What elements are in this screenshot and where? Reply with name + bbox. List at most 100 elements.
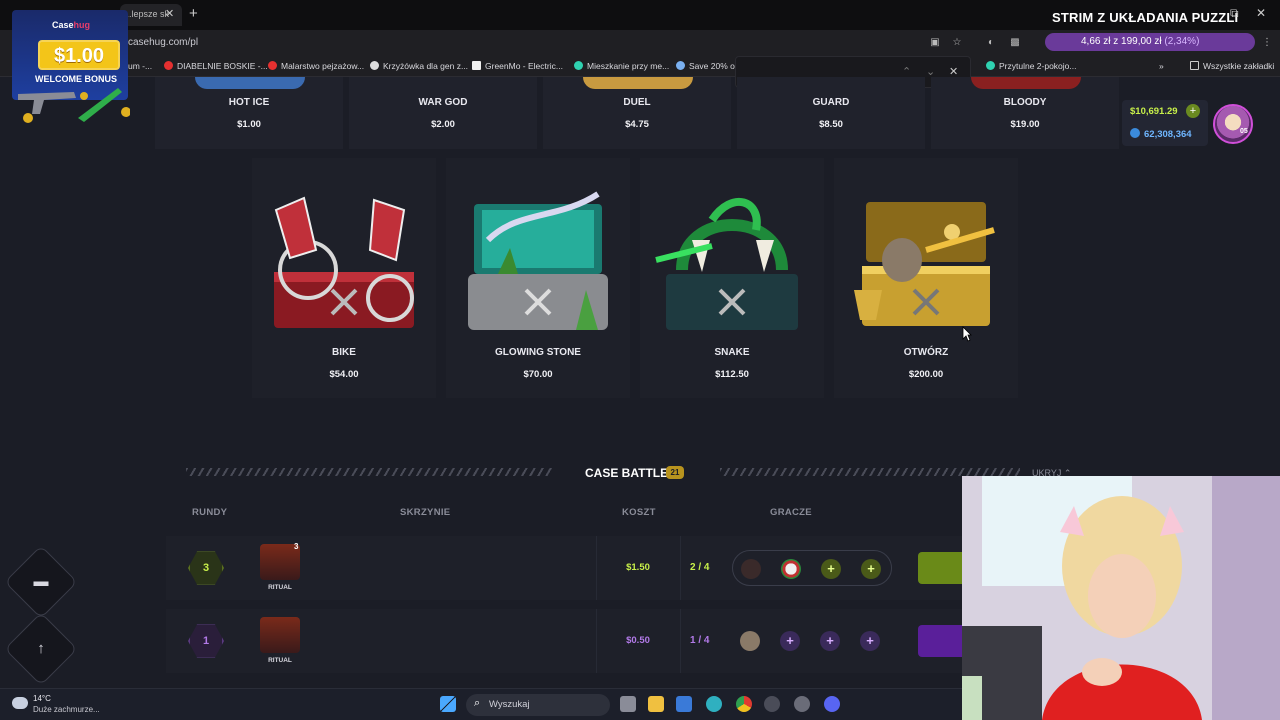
case-price: $1.00 — [237, 119, 261, 130]
user-avatar[interactable] — [1213, 104, 1253, 144]
case-image — [389, 77, 499, 89]
stream-title: STRIM Z UKŁADANIA PUZZLI — [1052, 10, 1239, 25]
bookmark-item[interactable]: Krzyżówka dla gen z... — [370, 61, 468, 71]
reader-mode-icon[interactable]: ▣ — [928, 36, 942, 50]
ticker-percent: (2,34%) — [1164, 36, 1200, 47]
join-battle-button[interactable] — [918, 552, 966, 584]
case-card[interactable]: OTWÓRZ $200.00 — [834, 158, 1018, 398]
bookmark-item[interactable]: Save 20% on — [676, 61, 740, 71]
tab-close-icon[interactable]: ✕ — [165, 7, 174, 20]
window-close-icon[interactable]: ✕ — [1256, 6, 1266, 20]
taskbar-search[interactable]: ⌕ Wyszukaj — [466, 694, 610, 716]
weather-temperature[interactable]: 14°C — [33, 694, 51, 703]
app-icon[interactable] — [764, 696, 780, 712]
chat-icon: ▬ — [33, 573, 49, 590]
case-card[interactable]: DUEL $4.75 — [543, 77, 731, 149]
youtube-icon — [268, 61, 277, 70]
case-card[interactable]: SNAKE $112.50 — [640, 158, 824, 398]
all-bookmarks[interactable]: Wszystkie zakładki — [1190, 61, 1274, 71]
case-name: DUEL — [623, 97, 651, 108]
column-rounds: RUNDY — [192, 507, 228, 518]
join-battle-button[interactable] — [918, 625, 966, 657]
glowing-stone-case-image — [468, 191, 608, 330]
join-slot-plus-icon[interactable]: + — [860, 631, 880, 651]
scroll-top-button[interactable]: ↑ — [4, 612, 78, 686]
case-price: $2.00 — [431, 119, 455, 130]
case-price: $4.75 — [625, 119, 649, 130]
extension-icon[interactable]: ◐ — [984, 36, 998, 50]
case-name: WAR GOD — [418, 97, 468, 108]
player-avatar[interactable] — [781, 559, 801, 579]
case-card[interactable]: HOT ICE $1.00 — [155, 77, 343, 149]
case-image — [195, 77, 305, 89]
divider — [680, 609, 681, 673]
player-avatar[interactable] — [741, 559, 761, 579]
player-avatar[interactable] — [740, 631, 760, 651]
case-name: GLOWING STONE — [495, 347, 581, 358]
bookmark-item[interactable]: Malarstwo pejzażow... — [268, 61, 364, 71]
case-price: $112.50 — [715, 369, 749, 380]
extension-icon[interactable]: ▩ — [1008, 36, 1022, 50]
snake-case-image — [655, 197, 798, 330]
bookmark-item[interactable]: GreenMo - Electric... — [472, 61, 563, 71]
players-count: 1 / 4 — [690, 635, 710, 646]
page-icon — [370, 61, 379, 70]
case-card[interactable]: WAR GOD $2.00 — [349, 77, 537, 149]
welcome-bonus-promo[interactable]: Casehug $1.00 WELCOME BONUS — [8, 8, 132, 130]
window-restore-icon[interactable]: ⧉ — [1230, 6, 1239, 21]
join-slot-plus-icon[interactable]: + — [821, 559, 841, 579]
discord-icon[interactable] — [824, 696, 840, 712]
bookmarks-overflow-icon[interactable]: » — [1159, 61, 1164, 71]
case-name: BIKE — [332, 347, 356, 358]
promo-text: WELCOME BONUS — [35, 74, 117, 84]
bookmark-star-icon[interactable]: ☆ — [950, 36, 964, 50]
battle-row[interactable]: 1 RITUAL $0.50 1 / 4 + + + — [166, 609, 966, 673]
chrome-icon[interactable] — [736, 696, 752, 712]
streamer-video-image — [962, 476, 1280, 720]
folder-icon — [1190, 61, 1199, 70]
bookmark-item[interactable]: Przytulne 2-pokojo... — [986, 61, 1076, 71]
case-card[interactable]: BIKE $54.00 — [252, 158, 436, 398]
chat-button[interactable]: ▬ — [4, 545, 78, 619]
weather-description[interactable]: Duże zachmurze... — [33, 705, 100, 714]
task-view-icon[interactable] — [620, 696, 636, 712]
streamer-webcam — [962, 476, 1280, 720]
mouse-cursor-icon — [962, 326, 972, 342]
join-slot-plus-icon[interactable]: + — [780, 631, 800, 651]
case-card[interactable]: BLOODY $19.00 — [931, 77, 1119, 149]
youtube-icon — [164, 61, 173, 70]
join-slot-plus-icon[interactable]: + — [820, 631, 840, 651]
case-card[interactable]: GUARD $8.50 — [737, 77, 925, 149]
edge-icon[interactable] — [706, 696, 722, 712]
divider — [596, 536, 597, 600]
search-placeholder: Wyszukaj — [489, 699, 530, 710]
settings-gear-icon[interactable] — [794, 696, 810, 712]
new-tab-icon[interactable]: + — [189, 5, 198, 22]
site-icon — [986, 61, 995, 70]
case-name: SNAKE — [714, 347, 750, 358]
store-icon[interactable] — [676, 696, 692, 712]
donation-goal-ticker: 4,66 zł z 199,00 zł (2,34%) — [1045, 33, 1255, 51]
case-price: $19.00 — [1010, 119, 1040, 130]
windows-start-icon[interactable] — [440, 696, 456, 712]
ritual-case-thumbnail — [260, 617, 300, 653]
case-battles-header: CASE BATTLES 21 UKRYJ ⌃ — [186, 462, 1086, 484]
battle-cost: $1.50 — [626, 562, 650, 573]
url-field[interactable]: casehug.com/pl — [128, 37, 198, 48]
join-slot-plus-icon[interactable]: + — [861, 559, 881, 579]
case-price: $8.50 — [819, 119, 843, 130]
case-card[interactable]: GLOWING STONE $70.00 — [446, 158, 630, 398]
bookmark-item[interactable]: Mieszkanie przy me... — [574, 61, 669, 71]
case-image — [971, 77, 1081, 89]
divider-hatch — [720, 468, 1020, 476]
more-menu-icon[interactable]: ⋮ — [1260, 36, 1274, 50]
file-explorer-icon[interactable] — [648, 696, 664, 712]
column-players: GRACZE — [770, 507, 812, 518]
site-icon — [574, 61, 583, 70]
case-price: $70.00 — [523, 369, 553, 380]
top-case-row: HOT ICE $1.00 WAR GOD $2.00 DUEL $4.75 G… — [155, 77, 1119, 149]
deposit-plus-icon[interactable]: + — [1186, 104, 1200, 118]
bookmark-item[interactable]: DIABELNIE BOSKIE -... — [164, 61, 268, 71]
battle-row[interactable]: 3 3 RITUAL $1.50 2 / 4 + + — [166, 536, 966, 600]
arrow-up-icon: ↑ — [37, 640, 45, 657]
